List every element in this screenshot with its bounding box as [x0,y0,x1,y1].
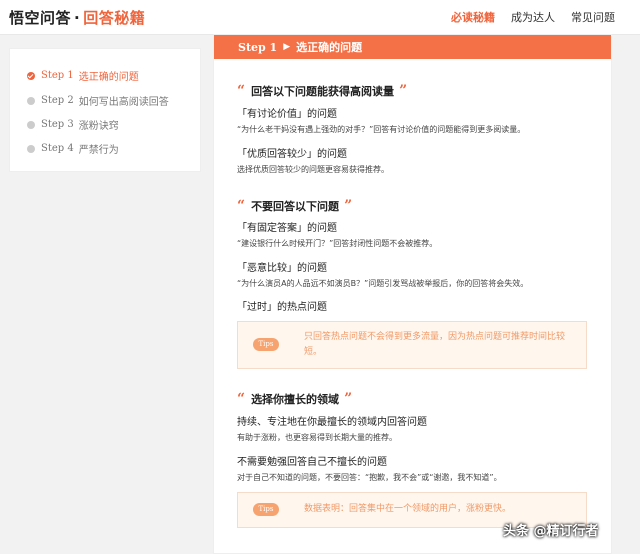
open-quote-icon: “ [237,391,246,407]
watermark: 头条 @精订行者 [503,524,599,539]
tips-badge: Tips [253,338,279,351]
section-title: “ 不要回答以下问题 ” [237,198,353,214]
top-bar: 悟空问答 · 回答秘籍 必读秘籍 成为达人 常见问题 [0,0,640,35]
open-quote-icon: “ [237,83,246,99]
open-quote-icon: “ [237,198,246,214]
close-quote-icon: ” [344,198,353,214]
nav-must-read[interactable]: 必读秘籍 [451,9,495,25]
nav-faq[interactable]: 常见问题 [571,9,615,25]
dot-icon [27,120,35,129]
item-title: 「恶意比较」的问题 [237,263,327,274]
tips-text: 数据表明：回答集中在一个领域的用户，涨粉更快。 [304,504,512,514]
item-title: 「有讨论价值」的问题 [237,109,337,120]
check-icon [27,71,35,80]
dot-icon [27,144,35,153]
item-desc: “建设银行什么时候开门？”回答封闭性问题不会被推荐。 [237,239,438,248]
section-title: “ 回答以下问题能获得高阅读量 ” [237,83,408,99]
close-quote-icon: ” [344,391,353,407]
item-desc: “为什么演员A的人品远不如演员B？”问题引发骂战被举报后，你的回答将会失效。 [237,279,529,288]
section-title: “ 选择你擅长的领域 ” [237,391,353,407]
item-title: 不需要勉强回答自己不擅长的问题 [237,457,387,468]
tips-badge: Tips [253,503,279,516]
item-title: 「有固定答案」的问题 [237,223,337,234]
item-desc: 对于自己不知道的问题，不要回答：“抱歉，我不会”或“谢邀，我不知道”。 [237,473,502,482]
item-desc: 有助于涨粉，也更容易得到长期大量的推荐。 [237,433,397,442]
dot-icon [27,96,35,105]
main-content: Step 1 ▶ 选正确的问题 “ 回答以下问题能获得高阅读量 ” 「有讨论价值… [213,34,612,554]
play-arrow-icon: ▶ [283,42,291,52]
close-quote-icon: ” [399,83,408,99]
item-desc: “为什么老干妈没有遇上强劲的对手？”回答有讨论价值的问题能得到更多阅读量。 [237,125,526,134]
sidebar-steps: Step 1 选正确的问题 Step 2 如何写出高阅读回答 Step 3 涨粉… [9,48,201,172]
item-title: 「过时」的热点问题 [237,302,327,313]
item-desc: 选择优质回答较少的问题更容易获得推荐。 [237,165,389,174]
logo[interactable]: 悟空问答 · 回答秘籍 [9,7,145,28]
sidebar-step-3[interactable]: Step 3 涨粉诀窍 [27,117,119,132]
sidebar-step-4[interactable]: Step 4 严禁行为 [27,141,119,156]
item-title: 「优质回答较少」的问题 [237,149,347,160]
sidebar-step-2[interactable]: Step 2 如何写出高阅读回答 [27,93,169,108]
sidebar-step-1[interactable]: Step 1 选正确的问题 [27,68,139,83]
nav-become-expert[interactable]: 成为达人 [511,9,555,25]
tips-box: Tips 只回答热点问题不会得到更多流量，因为热点问题可推荐时间比较短。 [237,321,587,369]
tips-text: 只回答热点问题不会得到更多流量，因为热点问题可推荐时间比较短。 [304,332,566,357]
item-title: 持续、专注地在你最擅长的领域内回答问题 [237,417,427,428]
step-banner: Step 1 ▶ 选正确的问题 [214,35,611,59]
